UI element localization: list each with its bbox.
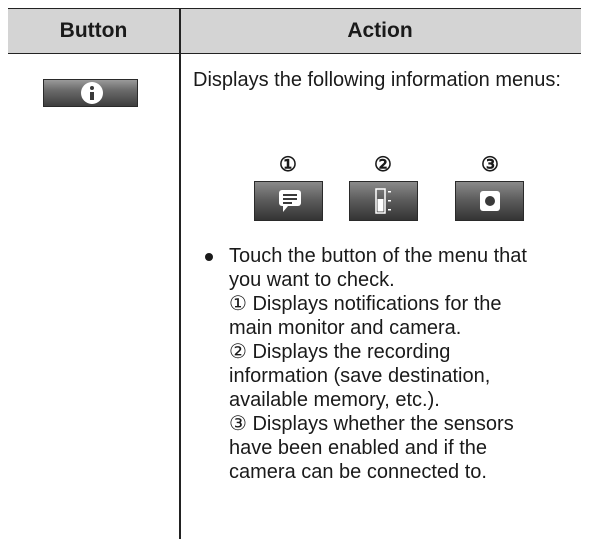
menu-number-1: ① — [279, 154, 297, 176]
text-line: main monitor and camera. — [229, 317, 462, 339]
column-divider — [179, 8, 181, 539]
text-line: camera can be connected to. — [229, 461, 487, 483]
text-line: have been enabled and if the — [229, 437, 487, 459]
text-line: information (save destination, — [229, 365, 491, 387]
info-icon — [81, 82, 103, 104]
header-action: Action — [347, 19, 413, 42]
intro-text: Displays the following information menus… — [193, 69, 561, 91]
sensor-icon — [480, 191, 500, 211]
recording-icon — [375, 188, 391, 214]
button-action-table: Button Action Displays the following inf… — [0, 0, 589, 539]
recording-info-button[interactable] — [349, 181, 418, 221]
text-line: ③ Displays whether the sensors — [229, 413, 514, 435]
sensor-button[interactable] — [455, 181, 524, 221]
info-button[interactable] — [43, 79, 138, 107]
text-line: available memory, etc.). — [229, 389, 440, 411]
notification-icon — [279, 190, 301, 212]
header-button: Button — [59, 19, 128, 42]
text-line: you want to check. — [229, 269, 395, 291]
menu-number-2: ② — [374, 154, 392, 176]
notification-button[interactable] — [254, 181, 323, 221]
menu-number-3: ③ — [481, 154, 499, 176]
text-line: ① Displays notifications for the — [229, 293, 502, 315]
text-line: ② Displays the recording — [229, 341, 451, 363]
bullet — [205, 253, 213, 261]
table-header: Button Action — [8, 8, 581, 54]
text-line: Touch the button of the menu that — [229, 245, 527, 267]
